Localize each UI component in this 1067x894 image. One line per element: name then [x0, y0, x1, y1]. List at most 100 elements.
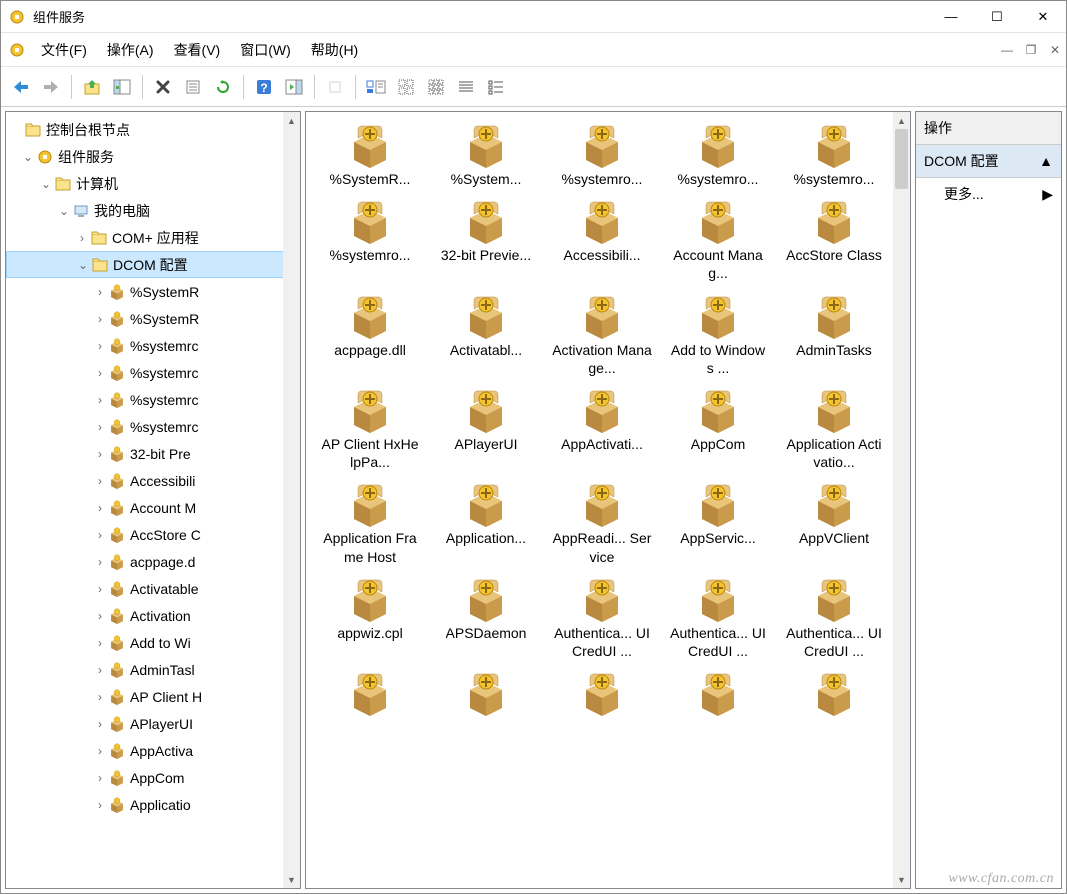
scrollbar-thumb[interactable]: [895, 129, 908, 189]
grid-item[interactable]: Application Activatio...: [778, 385, 890, 475]
tree-com-plus[interactable]: › COM+ 应用程: [6, 224, 300, 251]
grid-item[interactable]: AppServic...: [662, 479, 774, 569]
expand-icon[interactable]: ›: [92, 447, 108, 461]
grid-item[interactable]: %SystemR...: [314, 120, 426, 192]
grid-item[interactable]: %systemro...: [662, 120, 774, 192]
grid-item[interactable]: Add to Windows ...: [662, 291, 774, 381]
minimize-button[interactable]: —: [928, 1, 974, 32]
grid-item[interactable]: Activatabl...: [430, 291, 542, 381]
tree-item[interactable]: › %SystemR: [6, 278, 300, 305]
expand-icon[interactable]: ›: [92, 366, 108, 380]
tree-item[interactable]: › Applicatio: [6, 791, 300, 818]
tree-item[interactable]: › Account M: [6, 494, 300, 521]
collapse-icon[interactable]: ⌄: [20, 150, 36, 164]
tree-computers[interactable]: ⌄ 计算机: [6, 170, 300, 197]
expand-icon[interactable]: ›: [92, 555, 108, 569]
tree-item[interactable]: › %systemrc: [6, 413, 300, 440]
tree-item[interactable]: › Accessibili: [6, 467, 300, 494]
action-pane-button[interactable]: [280, 73, 308, 101]
grid-item[interactable]: AppVClient: [778, 479, 890, 569]
refresh-button[interactable]: [209, 73, 237, 101]
grid-item[interactable]: Accessibili...: [546, 196, 658, 286]
tree-item[interactable]: › AppCom: [6, 764, 300, 791]
collapse-icon[interactable]: ⌄: [56, 204, 72, 218]
grid-item[interactable]: AccStore Class: [778, 196, 890, 286]
view-large-icons-button[interactable]: [392, 73, 420, 101]
show-hide-tree-button[interactable]: [108, 73, 136, 101]
menu-view[interactable]: 查看(V): [164, 35, 231, 65]
expand-icon[interactable]: ›: [92, 474, 108, 488]
tree-my-computer[interactable]: ⌄ 我的电脑: [6, 197, 300, 224]
tree-item[interactable]: › %systemrc: [6, 359, 300, 386]
actions-section[interactable]: DCOM 配置 ▲: [916, 145, 1061, 178]
expand-icon[interactable]: ›: [92, 744, 108, 758]
grid-item[interactable]: [778, 668, 890, 722]
scroll-down-button[interactable]: ▼: [283, 871, 300, 888]
grid-item[interactable]: AP Client HxHelpPa...: [314, 385, 426, 475]
grid-item[interactable]: AppActivati...: [546, 385, 658, 475]
scroll-up-button[interactable]: ▲: [283, 112, 300, 129]
menu-file[interactable]: 文件(F): [31, 35, 97, 65]
collapse-icon[interactable]: ⌄: [75, 258, 91, 272]
grid-item[interactable]: Authentica... UI CredUI ...: [778, 574, 890, 664]
expand-icon[interactable]: ›: [92, 582, 108, 596]
grid-item[interactable]: AdminTasks: [778, 291, 890, 381]
mdi-restore-button[interactable]: ❐: [1020, 39, 1042, 61]
collapse-icon[interactable]: ⌄: [38, 177, 54, 191]
expand-icon[interactable]: ›: [92, 312, 108, 326]
close-button[interactable]: ✕: [1020, 1, 1066, 32]
expand-icon[interactable]: ›: [92, 690, 108, 704]
properties-button[interactable]: [179, 73, 207, 101]
grid-item[interactable]: AppCom: [662, 385, 774, 475]
grid-item[interactable]: %systemro...: [546, 120, 658, 192]
expand-icon[interactable]: ›: [92, 717, 108, 731]
tree-item[interactable]: › Activation: [6, 602, 300, 629]
grid-item[interactable]: Activation Manage...: [546, 291, 658, 381]
expand-icon[interactable]: ›: [92, 636, 108, 650]
tree-item[interactable]: › acppage.d: [6, 548, 300, 575]
grid-item[interactable]: Application Frame Host: [314, 479, 426, 569]
tree-item[interactable]: › %systemrc: [6, 332, 300, 359]
grid-item[interactable]: Application...: [430, 479, 542, 569]
back-button[interactable]: [7, 73, 35, 101]
grid-item[interactable]: APSDaemon: [430, 574, 542, 664]
console-tree[interactable]: 控制台根节点 ⌄ 组件服务 ⌄: [6, 116, 300, 818]
expand-icon[interactable]: ›: [92, 339, 108, 353]
tree-root[interactable]: 控制台根节点: [6, 116, 300, 143]
grid-item[interactable]: %systemro...: [314, 196, 426, 286]
action-more[interactable]: 更多... ▶: [916, 178, 1061, 210]
grid-item[interactable]: Authentica... UI CredUI ...: [662, 574, 774, 664]
tree-dcom-config[interactable]: ⌄ DCOM 配置: [6, 251, 300, 278]
expand-icon[interactable]: ›: [92, 393, 108, 407]
grid-item[interactable]: %System...: [430, 120, 542, 192]
expand-icon[interactable]: ›: [92, 663, 108, 677]
grid-item[interactable]: APlayerUI: [430, 385, 542, 475]
expand-icon[interactable]: ›: [92, 798, 108, 812]
delete-button[interactable]: [149, 73, 177, 101]
up-level-button[interactable]: [78, 73, 106, 101]
menu-help[interactable]: 帮助(H): [301, 35, 368, 65]
scroll-down-button[interactable]: ▼: [893, 871, 910, 888]
tree-item[interactable]: › %systemrc: [6, 386, 300, 413]
mdi-close-button[interactable]: ✕: [1044, 39, 1066, 61]
icon-grid[interactable]: %SystemR... %System... %systemro... %sys…: [306, 112, 910, 888]
grid-item[interactable]: [314, 668, 426, 722]
grid-item[interactable]: 32-bit Previe...: [430, 196, 542, 286]
forward-button[interactable]: [37, 73, 65, 101]
main-scrollbar[interactable]: ▲ ▼: [893, 112, 910, 888]
expand-icon[interactable]: ›: [92, 501, 108, 515]
grid-item[interactable]: %systemro...: [778, 120, 890, 192]
grid-item[interactable]: [546, 668, 658, 722]
menu-action[interactable]: 操作(A): [97, 35, 164, 65]
tree-item[interactable]: › Add to Wi: [6, 629, 300, 656]
view-status-button[interactable]: [362, 73, 390, 101]
menu-window[interactable]: 窗口(W): [230, 35, 301, 65]
grid-item[interactable]: acppage.dll: [314, 291, 426, 381]
mdi-minimize-button[interactable]: —: [996, 39, 1018, 61]
tree-item[interactable]: › AP Client H: [6, 683, 300, 710]
view-details-button[interactable]: [482, 73, 510, 101]
tree-item[interactable]: › AdminTasl: [6, 656, 300, 683]
maximize-button[interactable]: ☐: [974, 1, 1020, 32]
grid-item[interactable]: [430, 668, 542, 722]
expand-icon[interactable]: ›: [92, 609, 108, 623]
